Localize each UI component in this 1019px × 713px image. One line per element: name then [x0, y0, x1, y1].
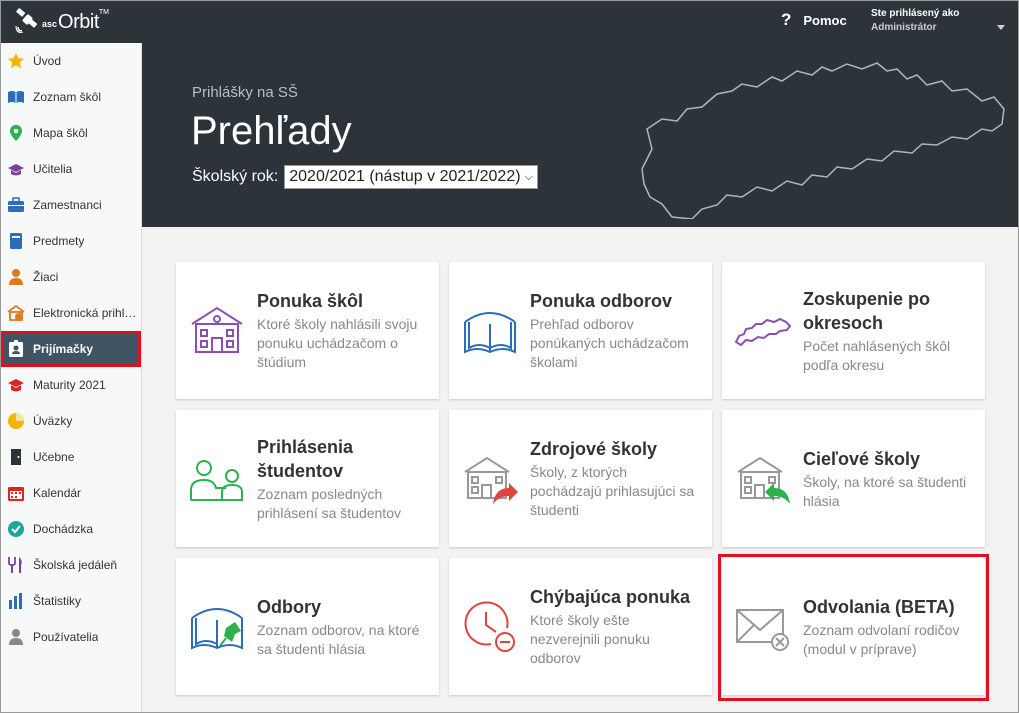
sidebar: Úvod Zoznam škôl Mapa škôl Učitelia Zame… — [1, 43, 142, 712]
card-title: Cieľové školy — [803, 448, 920, 469]
card-title: Zdrojové školy — [530, 439, 658, 459]
sidebar-item-maturity-2021[interactable]: Maturity 2021 — [1, 367, 141, 403]
school-online-icon — [7, 304, 25, 322]
card-description: Školy, na ktoré sa študenti hlásia — [803, 473, 967, 509]
sidebar-item-predmety[interactable]: Predmety — [1, 223, 141, 259]
sidebar-item-zoznam-skol[interactable]: Zoznam škôl — [1, 79, 141, 115]
sidebar-item-ziaci[interactable]: Žiaci — [1, 259, 141, 295]
sidebar-item-pouzivatelia[interactable]: Používatelia — [1, 619, 141, 655]
card-description: Zoznam posledných prihlásení sa študento… — [257, 485, 401, 521]
top-bar: asc Orbit TM ? Pomoc Ste prihlásený ako … — [1, 1, 1018, 43]
school-year-row: Školský rok: 2020/2021 (nástup v 2021/20… — [192, 165, 538, 189]
school-year-select[interactable]: 2020/2021 (nástup v 2021/2022) ⌵ — [284, 165, 538, 189]
logo-trademark: TM — [98, 9, 109, 16]
clock-minus-icon — [464, 601, 515, 652]
card-description: Školy, z ktorých pochádzajú prihlasujúci… — [530, 464, 695, 518]
slovakia-map-icon — [734, 317, 792, 347]
cutlery-icon — [7, 556, 25, 574]
student-icon — [7, 268, 25, 286]
school-year-value: 2020/2021 (nástup v 2021/2022) — [289, 168, 521, 185]
card-description: Počet nahlásených škôl podľa okresu — [803, 337, 951, 373]
school-building-icon — [191, 306, 243, 353]
students-icon — [190, 460, 243, 501]
school-import-icon — [737, 456, 790, 504]
sidebar-item-zamestnanci[interactable]: Zamestnanci — [1, 187, 141, 223]
door-icon — [7, 448, 25, 466]
hero-banner: Prihlášky na SŠ Prehľady Školský rok: 20… — [142, 43, 1018, 227]
help-label: Pomoc — [803, 12, 847, 28]
pie-chart-icon — [7, 412, 25, 430]
satellite-icon — [15, 7, 38, 33]
card-title: Ponuka odborov — [530, 291, 673, 311]
logo-prefix: asc — [42, 19, 58, 29]
card-description: Zoznam odborov, na ktoré sa študenti hlá… — [257, 621, 420, 657]
card-cielove-skoly[interactable]: Cieľové školy Školy, na ktoré sa študent… — [722, 410, 985, 547]
sidebar-item-ucebne[interactable]: Učebne — [1, 439, 141, 475]
app-logo[interactable]: asc Orbit TM — [15, 7, 109, 33]
card-zoskupenie-po-okresoch[interactable]: Zoskupenie po okresoch Počet nahlásených… — [722, 262, 985, 399]
app-window: asc Orbit TM ? Pomoc Ste prihlásený ako … — [0, 0, 1019, 713]
sidebar-item-mapa-skol[interactable]: Mapa škôl — [1, 115, 141, 151]
book-icon — [7, 88, 25, 106]
user-menu[interactable]: Ste prihlásený ako Administrátor — [871, 8, 1011, 38]
user-logged-label: Ste prihlásený ako — [871, 8, 960, 19]
card-zdrojove-skoly[interactable]: Zdrojové školy Školy, z ktorých pochádza… — [449, 410, 712, 547]
sidebar-item-uvod[interactable]: Úvod — [1, 43, 141, 79]
chevron-down-icon — [997, 25, 1005, 30]
card-title: Prihlásenia študentov — [257, 436, 354, 481]
sidebar-item-skolska-jedalen[interactable]: Školská jedáleň — [1, 547, 141, 583]
card-description: Ktoré školy nahlásili svoju ponuku uchád… — [257, 316, 418, 370]
card-title: Chýbajúca ponuka — [530, 587, 691, 607]
sidebar-item-statistiky[interactable]: Štatistiky — [1, 583, 141, 619]
sidebar-item-kalendar[interactable]: Kalendár — [1, 475, 141, 511]
page-subtitle: Prihlášky na SŠ — [192, 84, 298, 101]
card-odvolania-beta[interactable]: Odvolania (BETA) Zoznam odvolaní rodičov… — [718, 554, 989, 701]
help-link[interactable]: ? Pomoc — [781, 10, 847, 30]
card-title: Ponuka škôl — [257, 291, 364, 311]
open-book-icon — [464, 312, 516, 354]
logo-name: Orbit — [58, 11, 99, 33]
map-pin-icon — [7, 124, 25, 142]
card-ponuka-odborov[interactable]: Ponuka odborov Prehľad odborov ponúkanýc… — [449, 262, 712, 399]
mortarboard-icon — [7, 376, 25, 394]
book-pin-icon — [191, 608, 243, 650]
badge-icon — [7, 340, 25, 358]
card-title: Odbory — [257, 596, 322, 617]
sidebar-item-prijimacky[interactable]: Prijímačky — [1, 331, 141, 367]
page-title: Prehľady — [191, 109, 352, 153]
card-title: Odvolania (BETA) — [803, 596, 955, 617]
star-icon — [7, 52, 25, 70]
user-icon — [7, 628, 25, 646]
card-description: Zoznam odvolaní rodičov (modul v príprav… — [803, 621, 960, 657]
sidebar-item-ucitelia[interactable]: Učitelia — [1, 151, 141, 187]
school-year-label: Školský rok: — [192, 168, 279, 185]
sidebar-item-dochadzka[interactable]: Dochádzka — [1, 511, 141, 547]
card-odbory[interactable]: Odbory Zoznam odborov, na ktoré sa štude… — [176, 558, 439, 695]
help-icon: ? — [781, 10, 792, 29]
card-description: Prehľad odborov ponúkaných uchádzačom šk… — [530, 316, 689, 370]
briefcase-icon — [7, 196, 25, 214]
envelope-cancel-icon — [736, 609, 789, 651]
card-prihlasenia-studentov[interactable]: Prihlásenia študentov Zoznam posledných … — [176, 410, 439, 547]
chevron-down-icon: ⌵ — [524, 170, 533, 183]
sidebar-item-uvazky[interactable]: Úväzky — [1, 403, 141, 439]
main-content: Prihlášky na SŠ Prehľady Školský rok: 20… — [142, 43, 1018, 712]
card-title: Zoskupenie po okresoch — [803, 288, 931, 333]
bar-chart-icon — [7, 592, 25, 610]
user-name: Administrátor — [871, 22, 937, 33]
school-export-icon — [464, 456, 518, 504]
calendar-icon — [7, 484, 25, 502]
graduation-cap-icon — [7, 160, 25, 178]
check-circle-icon — [7, 520, 25, 538]
slovakia-outline-map — [641, 62, 1005, 219]
sidebar-item-elektronicka-prihlaska[interactable]: Elektronická prihláška — [1, 295, 141, 331]
card-description: Ktoré školy ešte nezverejnili ponuku odb… — [530, 612, 650, 666]
notebook-icon — [7, 232, 25, 250]
card-ponuka-skol[interactable]: Ponuka škôl Ktoré školy nahlásili svoju … — [176, 262, 439, 399]
card-chybajuca-ponuka[interactable]: Chýbajúca ponuka Ktoré školy ešte nezver… — [449, 558, 712, 695]
